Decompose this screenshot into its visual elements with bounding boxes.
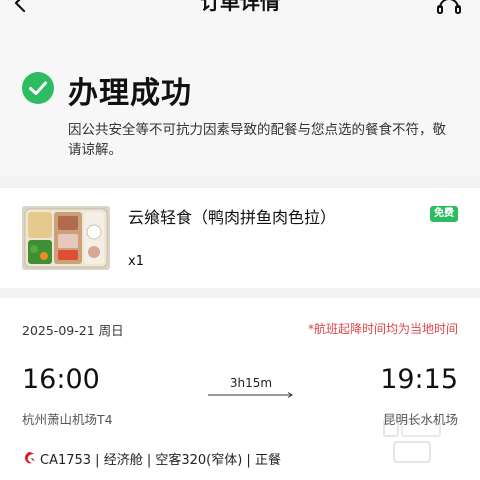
meal-name: 云飨轻食（鸭肉拼鱼肉色拉） — [128, 208, 337, 227]
status-section: 办理成功 因公共安全等不可抗力因素导致的配餐与您点选的餐食不符，敬请谅解。 — [0, 24, 480, 176]
local-time-note: *航班起降时间均为当地时间 — [307, 322, 458, 336]
success-check-icon — [22, 72, 54, 104]
app-watermark — [378, 398, 446, 468]
duration-arrow-icon — [208, 392, 293, 398]
status-title: 办理成功 — [68, 76, 192, 111]
flight-info: CA1753 | 经济舱 | 空客320(窄体) | 正餐 — [40, 453, 281, 468]
nav-bar: 订单详情 — [0, 0, 480, 24]
flight-duration: 3h15m — [229, 376, 273, 390]
departure-time: 16:00 — [22, 364, 100, 395]
air-china-logo-icon — [25, 452, 35, 464]
status-description: 因公共安全等不可抗力因素导致的配餐与您点选的餐食不符，敬请谅解。 — [68, 122, 446, 158]
meal-quantity: x1 — [128, 254, 144, 269]
meal-image — [22, 206, 110, 270]
free-badge: 免费 — [430, 206, 458, 222]
meal-card[interactable]: 云飨轻食（鸭肉拼鱼肉色拉） x1 免费 — [0, 188, 480, 288]
flight-date: 2025-09-21 周日 — [22, 323, 124, 338]
arrival-time: 19:15 — [380, 364, 458, 395]
departure-airport: 杭州萧山机场T4 — [22, 412, 113, 427]
customer-service-icon[interactable] — [436, 0, 462, 16]
page-title: 订单详情 — [200, 0, 280, 14]
